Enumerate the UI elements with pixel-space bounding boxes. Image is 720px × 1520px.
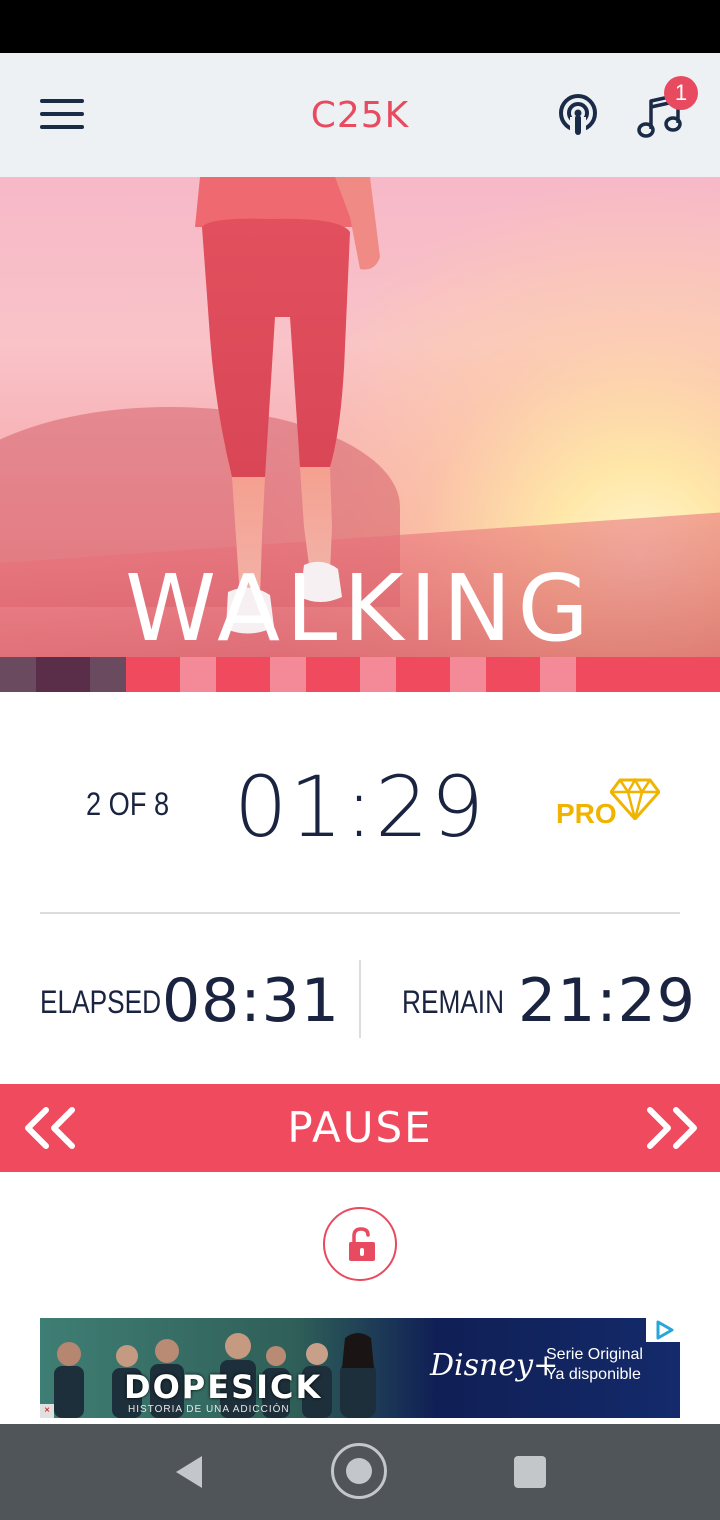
double-chevron-left-icon	[25, 1107, 75, 1149]
interval-segment-pending	[486, 657, 540, 692]
interval-segment-pending	[576, 657, 720, 692]
recents-icon[interactable]	[514, 1456, 546, 1488]
ad-banner[interactable]: DOPESICK HISTORIA DE UNA ADICCIÓN Disney…	[40, 1318, 680, 1418]
ad-choices-icon[interactable]	[646, 1318, 680, 1342]
unlock-icon	[349, 1227, 375, 1261]
remain-value: 21:29	[518, 966, 696, 1036]
interval-segment-pending	[270, 657, 306, 692]
ad-close-icon[interactable]: ×	[40, 1404, 54, 1418]
interval-segment-pending	[216, 657, 270, 692]
interval-segment-current	[36, 657, 90, 692]
interval-segment-pending	[360, 657, 396, 692]
next-interval-button[interactable]	[642, 1106, 702, 1150]
interval-segment-done	[0, 657, 36, 692]
stats-divider	[359, 960, 361, 1038]
diamond-icon	[610, 778, 660, 820]
system-navigation-bar	[0, 1424, 720, 1520]
elapsed-value: 08:31	[162, 966, 340, 1036]
interval-segment-pending	[396, 657, 450, 692]
pro-upgrade-button[interactable]: PRO	[556, 778, 660, 830]
ad-show-subtitle: HISTORIA DE UNA ADICCIÓN	[128, 1404, 290, 1415]
podcast-icon[interactable]	[554, 91, 602, 139]
activity-title: WALKING	[125, 555, 595, 657]
remain-label: REMAIN	[402, 984, 505, 1020]
ad-tagline-line1: Serie Original	[546, 1346, 643, 1363]
app-title: C25K	[310, 95, 410, 136]
back-icon[interactable]	[172, 1454, 204, 1490]
status-bar	[0, 0, 720, 53]
interval-segment-pending	[540, 657, 576, 692]
interval-segment-pending	[126, 657, 180, 692]
previous-interval-button[interactable]	[20, 1106, 80, 1150]
activity-hero: WALKING	[0, 177, 720, 657]
pause-button[interactable]: PAUSE	[210, 1084, 510, 1172]
app-bar: C25K 1	[0, 53, 720, 177]
interval-segment-done	[90, 657, 126, 692]
notification-badge: 1	[664, 76, 698, 110]
ad-brand-logo: Disney+	[430, 1348, 559, 1383]
double-chevron-right-icon	[647, 1107, 697, 1149]
elapsed-label: ELAPSED	[40, 984, 162, 1020]
interval-progress-strip	[0, 657, 720, 692]
interval-segment-pending	[450, 657, 486, 692]
ad-tagline-line2: Ya disponible	[546, 1366, 641, 1383]
interval-segment-pending	[306, 657, 360, 692]
home-icon[interactable]	[331, 1443, 387, 1499]
screen-lock-button[interactable]	[323, 1207, 397, 1281]
playback-controls: PAUSE	[0, 1084, 720, 1172]
ad-show-title: DOPESICK	[124, 1368, 323, 1406]
interval-segment-pending	[180, 657, 216, 692]
pro-label: PRO	[556, 798, 617, 829]
divider	[40, 912, 680, 914]
